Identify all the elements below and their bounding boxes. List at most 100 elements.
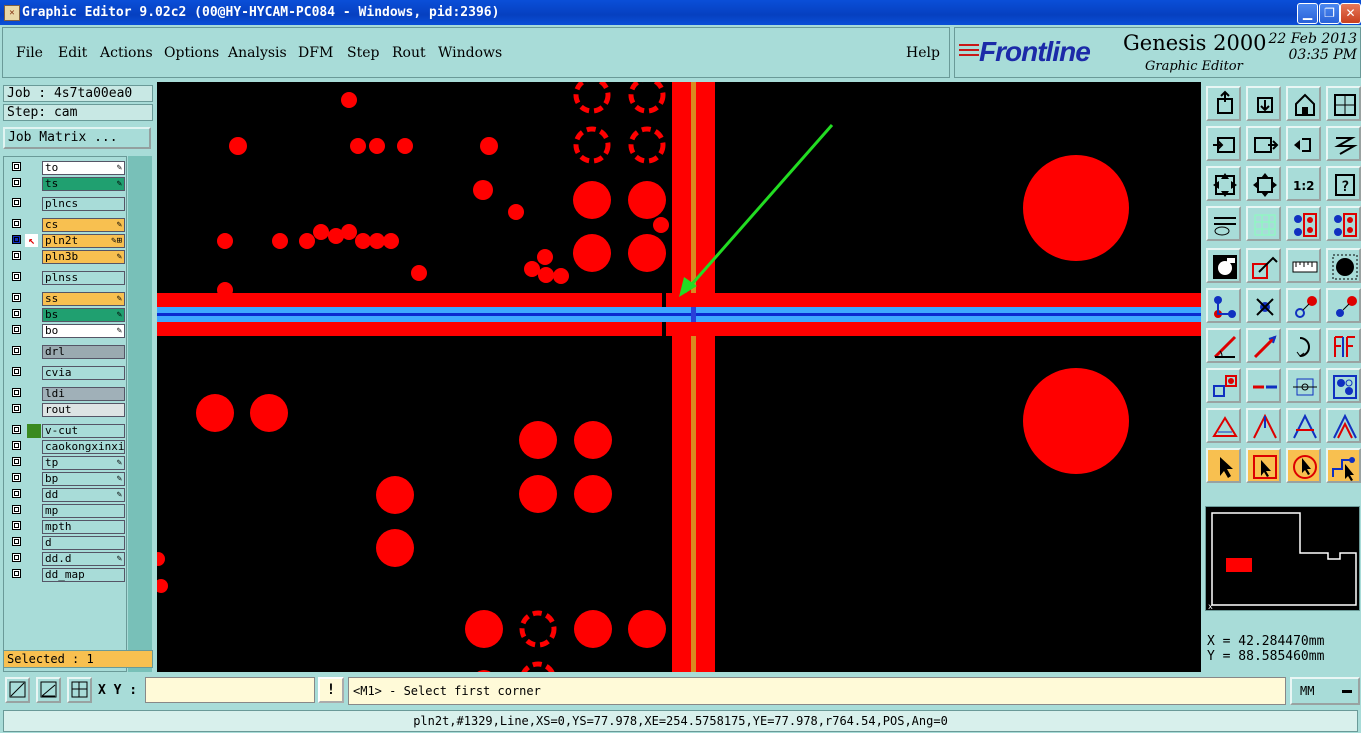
layer-checkbox[interactable]	[12, 219, 21, 228]
layer-row-cs[interactable]: cs ✎	[7, 218, 125, 232]
cross-icon[interactable]	[1246, 288, 1281, 323]
undo-redo-icon[interactable]	[1286, 126, 1321, 161]
menu-windows[interactable]: Windows	[438, 45, 502, 61]
layer-checkbox[interactable]	[12, 388, 21, 397]
layer-name[interactable]: caokongxinxi	[42, 440, 125, 454]
layer-row-cvia[interactable]: cvia	[7, 366, 125, 380]
job-matrix-button[interactable]: Job Matrix ...	[3, 127, 151, 149]
layer-row-tp[interactable]: tp ✎	[7, 456, 125, 470]
select-box-icon[interactable]	[1246, 448, 1281, 483]
layer-checkbox[interactable]	[12, 537, 21, 546]
layer-row-dd[interactable]: dd ✎	[7, 488, 125, 502]
net-colors-icon[interactable]	[1286, 206, 1321, 241]
polygon-icon[interactable]	[1206, 408, 1241, 443]
layer-checkbox[interactable]	[12, 457, 21, 466]
layer-name[interactable]: plnss	[42, 271, 125, 285]
layer-row-ts[interactable]: ts ✎	[7, 177, 125, 191]
overview-map[interactable]: x	[1205, 506, 1360, 611]
grid-icon[interactable]	[1246, 206, 1281, 241]
arc-icon[interactable]	[1286, 328, 1321, 363]
grid-snap-icon[interactable]	[67, 677, 92, 703]
layer-row-v-cut[interactable]: v-cut	[7, 424, 125, 438]
help-query-icon[interactable]: ?	[1326, 166, 1361, 201]
zoom-window-icon[interactable]	[5, 677, 30, 703]
settings-palette-icon[interactable]	[1206, 206, 1241, 241]
layer-row-rout[interactable]: rout	[7, 403, 125, 417]
move-group-icon[interactable]	[1206, 368, 1241, 403]
layer-row-dd.d[interactable]: dd.d ✎	[7, 552, 125, 566]
menu-file[interactable]: File	[16, 45, 43, 61]
layer-name[interactable]: pln3b ✎	[42, 250, 125, 264]
select-arrow-icon[interactable]	[1206, 448, 1241, 483]
menu-edit[interactable]: Edit	[58, 45, 87, 61]
move-pad-icon[interactable]	[1326, 288, 1361, 323]
layer-checkbox[interactable]	[12, 178, 21, 187]
triangle-a-icon[interactable]	[1286, 408, 1321, 443]
ruler-icon[interactable]	[1286, 248, 1321, 283]
menu-actions[interactable]: Actions	[100, 45, 153, 61]
graphic-editor-icon[interactable]: ✕	[4, 5, 20, 21]
layer-name[interactable]: tp ✎	[42, 456, 125, 470]
pad-icon[interactable]	[1326, 248, 1361, 283]
measure-angle-icon[interactable]	[36, 677, 61, 703]
home-icon[interactable]	[1286, 86, 1321, 121]
graphic-canvas[interactable]	[157, 82, 1201, 672]
layer-name[interactable]: ldi	[42, 387, 125, 401]
layer-name[interactable]: bs ✎	[42, 308, 125, 322]
select-circle-icon[interactable]	[1286, 448, 1321, 483]
layer-checkbox[interactable]	[12, 553, 21, 562]
layer-name[interactable]: pln2t ✎⊞	[42, 234, 125, 248]
layer-checkbox[interactable]	[12, 441, 21, 450]
layer-name[interactable]: d	[42, 536, 125, 550]
select-net-icon[interactable]	[1326, 448, 1361, 483]
layer-row-bs[interactable]: bs ✎	[7, 308, 125, 322]
layer-name[interactable]: ts ✎	[42, 177, 125, 191]
layer-name[interactable]: plncs	[42, 197, 125, 211]
layer-checkbox[interactable]	[12, 235, 21, 244]
layer-checkbox[interactable]	[12, 404, 21, 413]
minimize-icon[interactable]: ▁	[1297, 3, 1318, 24]
outline-icon[interactable]	[1246, 248, 1281, 283]
layer-checkbox[interactable]	[12, 521, 21, 530]
triangle-b-icon[interactable]	[1326, 408, 1361, 443]
triangle-up-icon[interactable]	[1246, 408, 1281, 443]
page-xy-icon[interactable]	[1326, 86, 1361, 121]
layer-name[interactable]: dd_map	[42, 568, 125, 582]
layer-checkbox[interactable]	[12, 346, 21, 355]
layer-row-plncs[interactable]: plncs	[7, 197, 125, 211]
draw-line-icon[interactable]	[1246, 328, 1281, 363]
units-select[interactable]: MM	[1290, 677, 1360, 705]
layer-checkbox[interactable]	[12, 293, 21, 302]
layer-name[interactable]: rout	[42, 403, 125, 417]
layer-name[interactable]: cvia	[42, 366, 125, 380]
layer-checkbox[interactable]	[12, 198, 21, 207]
alert-button[interactable]: !	[318, 677, 344, 703]
zoom-left-icon[interactable]	[1206, 126, 1241, 161]
layer-row-bp[interactable]: bp ✎	[7, 472, 125, 486]
close-icon[interactable]: ✕	[1340, 3, 1361, 24]
matrix-pads-icon[interactable]	[1326, 368, 1361, 403]
layer-checkbox[interactable]	[12, 505, 21, 514]
layer-row-pln3b[interactable]: pln3b ✎	[7, 250, 125, 264]
layer-checkbox[interactable]	[12, 489, 21, 498]
snapshot-icon[interactable]	[1206, 248, 1241, 283]
layer-name[interactable]: v-cut	[42, 424, 125, 438]
layer-row-bo[interactable]: bo ✎	[7, 324, 125, 338]
layer-name[interactable]: mpth	[42, 520, 125, 534]
layer-name[interactable]: dd.d ✎	[42, 552, 125, 566]
center-icon[interactable]	[1286, 368, 1321, 403]
layer-row-plnss[interactable]: plnss	[7, 271, 125, 285]
layer-checkbox[interactable]	[12, 162, 21, 171]
layer-name[interactable]: bp ✎	[42, 472, 125, 486]
step-repeat-icon[interactable]	[1326, 328, 1361, 363]
layer-row-drl[interactable]: drl	[7, 345, 125, 359]
line-angle-icon[interactable]	[1206, 328, 1241, 363]
zoom-home-icon[interactable]	[1206, 86, 1241, 121]
layer-checkbox[interactable]	[12, 251, 21, 260]
layer-checkbox[interactable]	[12, 569, 21, 578]
layer-checkbox[interactable]	[12, 425, 21, 434]
layer-row-ldi[interactable]: ldi	[7, 387, 125, 401]
layer-checkbox[interactable]	[12, 272, 21, 281]
layer-checkbox[interactable]	[12, 473, 21, 482]
layer-checkbox[interactable]	[12, 309, 21, 318]
